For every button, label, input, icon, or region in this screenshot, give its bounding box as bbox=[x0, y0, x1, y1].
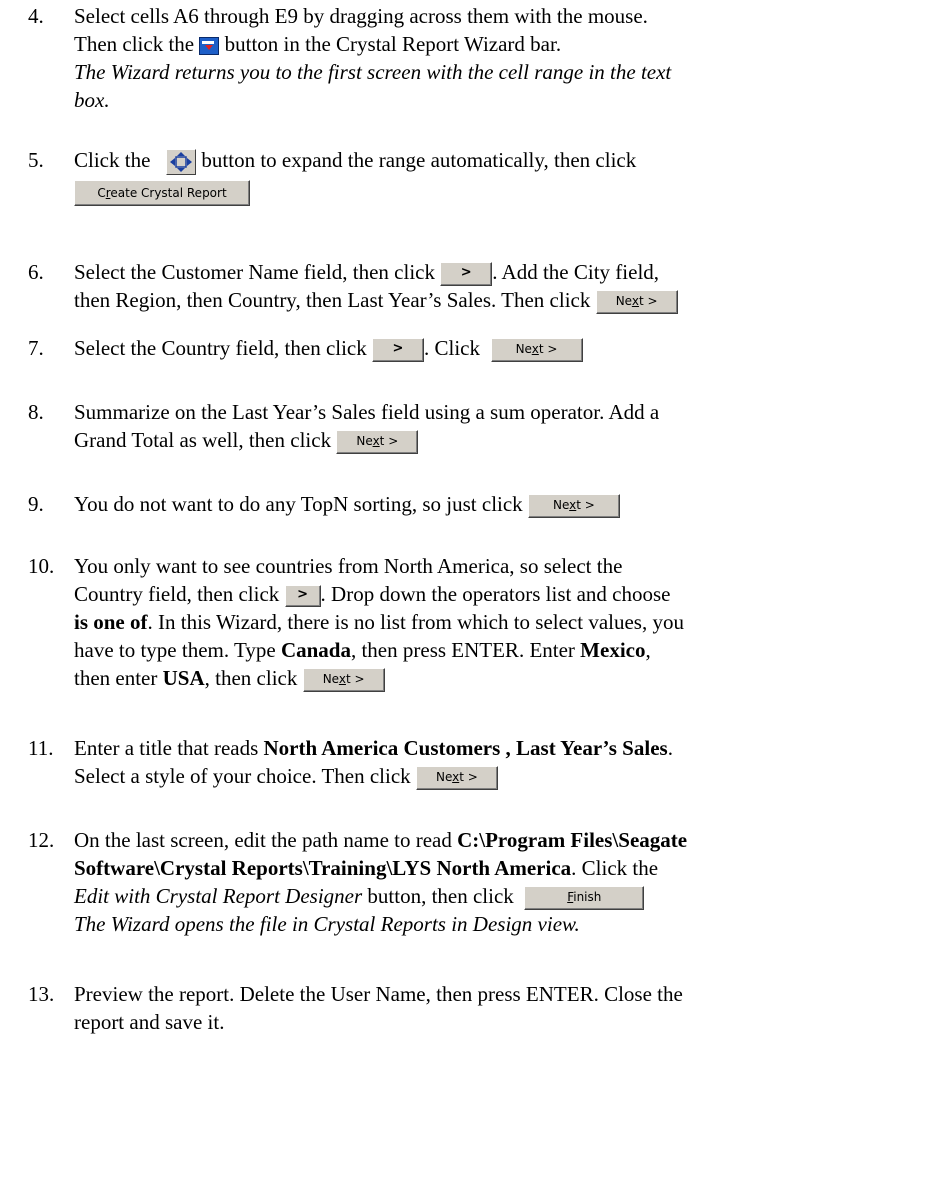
step-text: . Drop down the operators list and choos… bbox=[320, 582, 671, 606]
next-button[interactable]: Next > bbox=[336, 430, 419, 455]
step-text: report and save it. bbox=[74, 1010, 225, 1034]
next-button[interactable]: Next > bbox=[302, 668, 385, 693]
step-text: Then click the bbox=[74, 32, 195, 56]
step-number: 7. bbox=[28, 336, 44, 360]
step-13: 13. Preview the report. Delete the User … bbox=[28, 980, 928, 1036]
next-button[interactable]: Next > bbox=[490, 338, 583, 363]
step-note: The Wizard returns you to the first scre… bbox=[74, 60, 672, 84]
step-number: 5. bbox=[28, 148, 44, 172]
step-note: The Wizard opens the file in Crystal Rep… bbox=[74, 912, 580, 937]
step-text: Select cells A6 through E9 by dragging a… bbox=[74, 4, 648, 28]
step-4: 4. Select cells A6 through E9 by draggin… bbox=[28, 2, 928, 114]
step-text: , then press ENTER. Enter bbox=[350, 638, 581, 662]
step-number: 6. bbox=[28, 260, 44, 284]
step-number: 13. bbox=[28, 982, 55, 1006]
step-number: 12. bbox=[28, 828, 55, 852]
step-text: , bbox=[645, 638, 651, 662]
report-wizard-icon bbox=[199, 37, 220, 56]
step-text: . In this Wizard, there is no list from … bbox=[147, 610, 684, 634]
step-number: 4. bbox=[28, 4, 44, 28]
next-button[interactable]: Next > bbox=[595, 290, 678, 315]
next-button[interactable]: Next > bbox=[415, 766, 498, 791]
step-text: , then click bbox=[204, 666, 298, 690]
step-text: Summarize on the Last Year’s Sales field… bbox=[74, 400, 660, 424]
step-text: Preview the report. Delete the User Name… bbox=[74, 982, 683, 1006]
step-9: 9. You do not want to do any TopN sortin… bbox=[28, 490, 928, 519]
step-text: Enter a title that reads bbox=[74, 736, 264, 760]
step-number: 11. bbox=[28, 736, 54, 760]
add-field-button[interactable]: > bbox=[372, 338, 424, 363]
step-6: 6. Select the Customer Name field, then … bbox=[28, 258, 928, 315]
step-text: . Click bbox=[424, 336, 480, 360]
step-emphasis: C:\Program Files\Seagate bbox=[457, 828, 688, 852]
step-11: 11. Enter a title that reads North Ameri… bbox=[28, 734, 928, 791]
step-emphasis: USA bbox=[162, 666, 205, 690]
step-text: On the last screen, edit the path name t… bbox=[74, 828, 458, 852]
step-text: Country field, then click bbox=[74, 582, 280, 606]
step-text: then enter bbox=[74, 666, 163, 690]
step-text: Click the bbox=[74, 148, 151, 172]
step-7: 7. Select the Country field, then click … bbox=[28, 334, 928, 363]
step-text: Grand Total as well, then click bbox=[74, 428, 332, 452]
step-text: You only want to see countries from Nort… bbox=[74, 554, 623, 578]
finish-button[interactable]: Finish bbox=[524, 886, 645, 911]
step-text: Select a style of your choice. Then clic… bbox=[74, 764, 411, 788]
step-text: . Click the bbox=[571, 856, 659, 880]
step-text: Select the Customer Name field, then cli… bbox=[74, 260, 435, 284]
step-text: button to expand the range automatically… bbox=[201, 148, 637, 172]
step-emphasis: Canada bbox=[280, 638, 351, 662]
step-text: Select the Country field, then click bbox=[74, 336, 367, 360]
step-emphasis: Edit with Crystal Report Designer bbox=[74, 884, 363, 908]
step-emphasis: North America Customers , Last Year’s Sa… bbox=[263, 736, 668, 760]
add-filter-button[interactable]: > bbox=[284, 585, 321, 608]
step-number: 8. bbox=[28, 400, 44, 424]
step-text: button in the Crystal Report Wizard bar. bbox=[224, 32, 562, 56]
step-text: then Region, then Country, then Last Yea… bbox=[74, 288, 591, 313]
step-emphasis: Mexico bbox=[580, 638, 646, 662]
step-text: . Add the City field, bbox=[492, 260, 660, 284]
step-10: 10. You only want to see countries from … bbox=[28, 552, 928, 693]
add-field-button[interactable]: > bbox=[440, 262, 493, 287]
step-12: 12. On the last screen, edit the path na… bbox=[28, 826, 928, 938]
step-5: 5. Click the button to expand the range … bbox=[28, 146, 928, 207]
create-crystal-report-button[interactable]: Create Crystal Report bbox=[74, 180, 250, 207]
step-emphasis: is one of bbox=[74, 610, 148, 634]
next-button[interactable]: Next > bbox=[527, 494, 620, 519]
step-text: . bbox=[667, 736, 673, 760]
step-number: 10. bbox=[28, 554, 55, 578]
step-text: button, then click bbox=[362, 884, 514, 908]
step-text: You do not want to do any TopN sorting, … bbox=[74, 492, 523, 516]
step-text: have to type them. Type bbox=[74, 638, 281, 662]
step-number: 9. bbox=[28, 492, 44, 516]
step-note: box. bbox=[74, 88, 110, 112]
step-emphasis: Software\Crystal Reports\Training\LYS No… bbox=[74, 856, 572, 880]
step-8: 8. Summarize on the Last Year’s Sales fi… bbox=[28, 398, 928, 455]
expand-range-icon[interactable] bbox=[166, 149, 197, 176]
